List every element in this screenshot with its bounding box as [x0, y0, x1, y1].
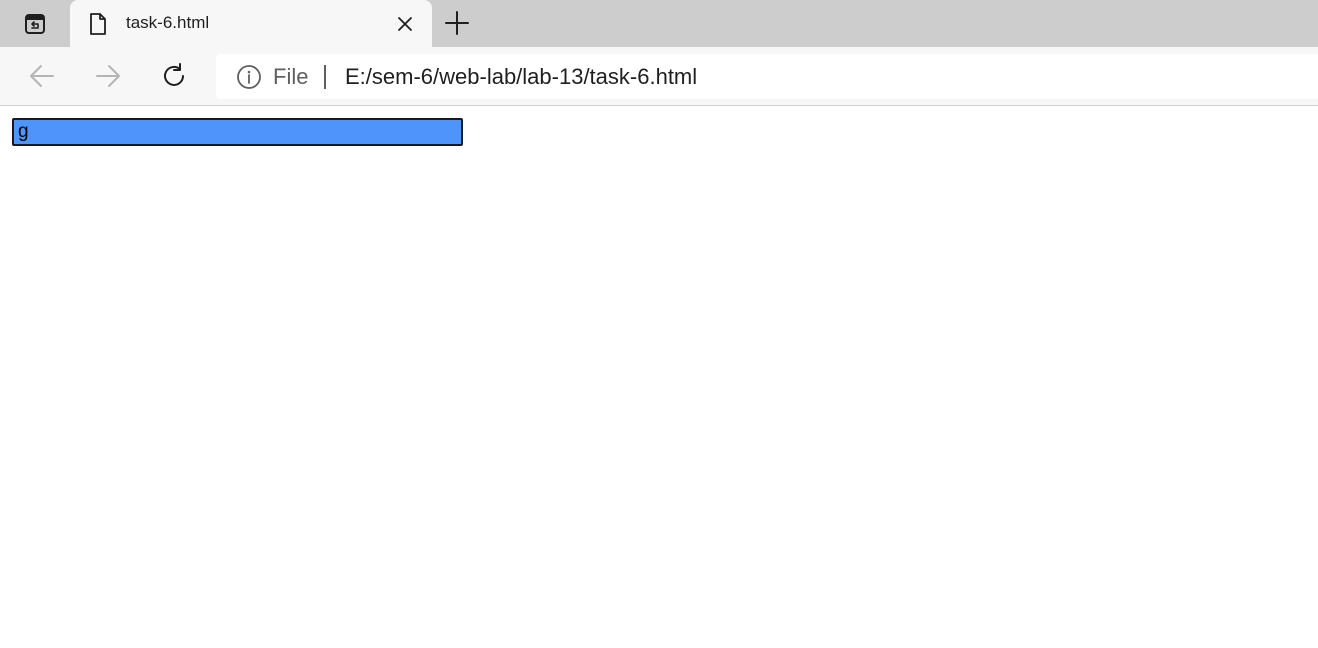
tab-actions-icon — [25, 13, 45, 34]
page-content — [0, 106, 1318, 648]
tab-title: task-6.html — [126, 13, 210, 32]
active-tab[interactable]: task-6.html — [70, 0, 432, 47]
tab-strip: task-6.html — [0, 0, 1318, 47]
close-icon[interactable] — [395, 14, 415, 34]
reload-icon[interactable] — [160, 62, 188, 90]
arrow-left-icon[interactable] — [28, 62, 56, 90]
page-icon — [90, 13, 106, 35]
scheme-label: File — [273, 64, 309, 89]
address-bar[interactable]: File E:/sem-6/web-lab/lab-13/task-6.html — [216, 54, 1318, 99]
info-icon[interactable] — [236, 64, 262, 90]
arrow-right-icon[interactable] — [94, 62, 122, 90]
url-text[interactable]: E:/sem-6/web-lab/lab-13/task-6.html — [345, 64, 697, 90]
text-input[interactable] — [12, 118, 463, 146]
divider — [324, 65, 326, 89]
toolbar: File E:/sem-6/web-lab/lab-13/task-6.html — [0, 47, 1318, 106]
tab-actions-button[interactable] — [0, 0, 70, 47]
plus-icon[interactable] — [444, 10, 470, 36]
